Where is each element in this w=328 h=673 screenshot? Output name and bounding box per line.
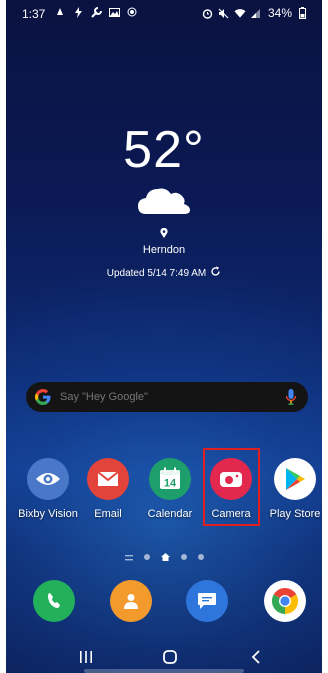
notification-icon [54, 6, 66, 18]
camera-highlight-box [203, 448, 260, 526]
app-label: Email [94, 508, 122, 520]
chrome-icon[interactable] [264, 580, 306, 622]
status-icons-right: 34% [202, 6, 308, 20]
home-screen: 1:37 34% 52° Herndon Updated 5/14 7:49 A… [6, 0, 322, 673]
weather-location: Herndon [6, 227, 322, 256]
updated-time: Updated 5/14 7:49 AM [106, 267, 207, 279]
app-bixby-vision[interactable]: Bixby Vision [16, 458, 80, 521]
messages-icon[interactable] [186, 580, 228, 622]
wrench-icon [90, 6, 102, 18]
google-search-bar[interactable] [26, 382, 308, 412]
contacts-icon[interactable] [110, 580, 152, 622]
phone-icon[interactable] [33, 580, 75, 622]
app-email[interactable]: Email [76, 458, 140, 521]
battery-icon [296, 7, 308, 19]
location-name: Herndon [142, 244, 186, 256]
gallery-icon [108, 6, 120, 18]
calendar-day: 14 [164, 478, 177, 490]
record-icon [126, 6, 138, 18]
gesture-pill [84, 669, 244, 673]
weather-widget[interactable]: 52° Herndon Updated 5/14 7:49 AM [6, 120, 322, 280]
alarm-icon [202, 7, 214, 19]
page-dot[interactable] [197, 554, 204, 560]
app-label: Bixby Vision [18, 508, 78, 520]
app-calendar[interactable]: 14 Calendar [138, 458, 202, 521]
eye-icon [27, 458, 69, 500]
play-store-icon [274, 458, 316, 500]
home-icon[interactable] [158, 646, 182, 668]
mute-icon [218, 7, 230, 19]
google-logo-icon [34, 388, 52, 406]
page-dot[interactable] [180, 554, 187, 560]
home-page-indicator-icon[interactable] [160, 548, 170, 566]
calendar-icon: 14 [149, 458, 191, 500]
signal-icon [250, 7, 262, 19]
weather-updated: Updated 5/14 7:49 AM [6, 266, 322, 280]
menu-page-indicator[interactable] [124, 548, 133, 566]
page-indicators[interactable] [6, 548, 322, 566]
app-play-store[interactable]: Play Store [263, 458, 322, 521]
location-pin-icon [160, 227, 168, 241]
cloud-icon [136, 182, 192, 218]
refresh-icon[interactable] [210, 266, 221, 280]
wifi-icon [234, 7, 246, 19]
battery-level: 34% [267, 6, 292, 20]
back-icon[interactable] [244, 646, 268, 668]
status-time: 1:37 [22, 7, 46, 21]
page-dot[interactable] [143, 554, 150, 560]
recents-icon[interactable] [74, 646, 98, 668]
mic-icon[interactable] [284, 388, 298, 406]
status-bar: 1:37 34% [6, 0, 322, 26]
app-label: Calendar [147, 508, 193, 520]
temperature: 52° [123, 121, 205, 179]
flash-icon [72, 6, 84, 18]
status-icons-left [54, 6, 138, 18]
envelope-icon [87, 458, 129, 500]
app-label: Play Store [269, 508, 321, 520]
navigation-bar [6, 640, 322, 673]
search-input[interactable] [58, 390, 284, 404]
